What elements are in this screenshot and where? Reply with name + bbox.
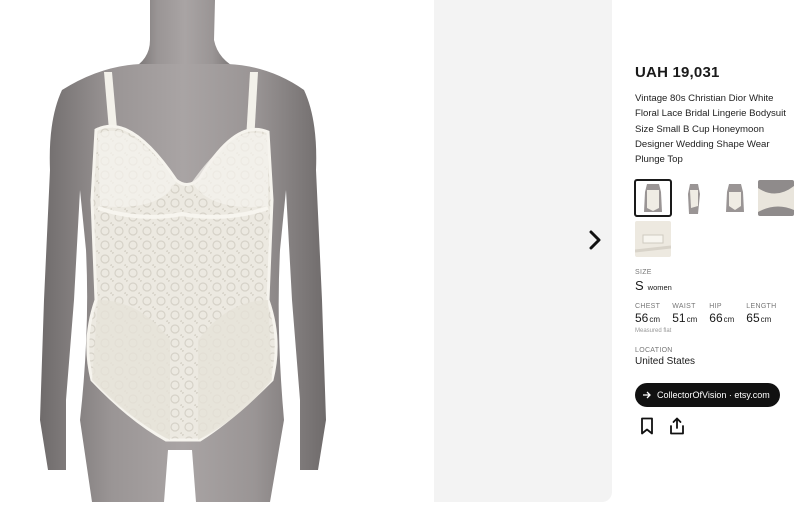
shop-link-button[interactable]: CollectorOfVision · etsy.com	[635, 383, 780, 408]
size-value: S	[635, 278, 644, 294]
bookmark-icon[interactable]	[639, 417, 655, 435]
measurement-hip: HIP 66cm	[709, 303, 735, 326]
product-price: UAH 19,031	[635, 64, 720, 81]
measurement-waist: WAIST 51cm	[672, 303, 698, 326]
product-title: Vintage 80s Christian Dior White Floral …	[635, 93, 786, 166]
action-bar	[635, 417, 795, 435]
location-value: United States	[635, 356, 696, 368]
thumbnail-bodysuit-back[interactable]	[717, 180, 753, 217]
main-product-image[interactable]	[0, 0, 434, 502]
share-icon[interactable]	[669, 417, 685, 435]
thumbnail-bodysuit-front[interactable]	[634, 179, 672, 218]
location-label: LOCATION	[635, 347, 673, 355]
thumbnail-lace-detail[interactable]	[758, 180, 794, 217]
measurement-length: LENGTH 65cm	[746, 303, 777, 326]
thumbnail-bodysuit-side[interactable]	[676, 180, 712, 217]
thumbnail-label-tag[interactable]	[635, 221, 671, 258]
mannequin-bodysuit-illustration	[40, 0, 326, 502]
size-label: SIZE	[635, 269, 652, 277]
product-details-panel: UAH 19,031 Vintage 80s Christian Dior Wh…	[634, 62, 795, 435]
location-section: LOCATION United States	[635, 347, 795, 367]
thumbnail-strip	[634, 179, 795, 258]
measurements-section: CHEST 56cm WAIST 51cm HIP 66cm LENGTH 65…	[635, 303, 795, 325]
image-gallery	[0, 0, 612, 502]
size-unit: women	[647, 283, 672, 293]
size-section: SIZE S women	[635, 269, 795, 293]
next-image-button[interactable]	[582, 226, 608, 254]
measured-flat-note: Measured flat	[635, 328, 672, 335]
measurement-chest: CHEST 56cm	[635, 303, 661, 326]
shop-link-label: CollectorOfVision · etsy.com	[657, 390, 770, 401]
arrow-right-icon	[643, 392, 651, 399]
chevron-right-icon	[589, 230, 601, 250]
